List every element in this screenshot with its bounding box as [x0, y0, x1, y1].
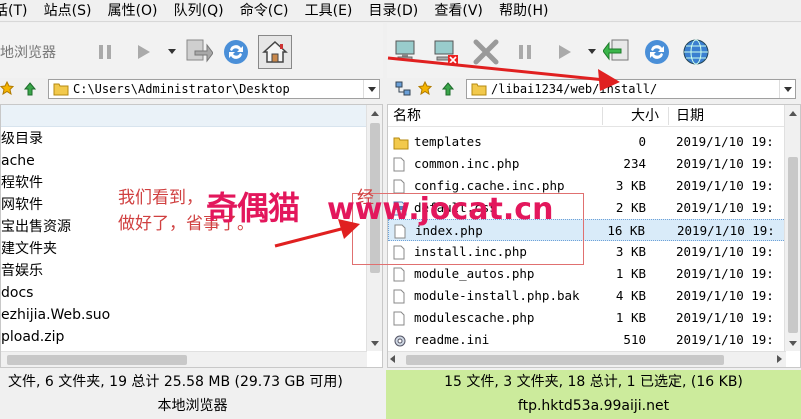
- local-refresh-button[interactable]: [219, 35, 253, 69]
- scroll-right-button[interactable]: [777, 355, 782, 363]
- remote-play-dropdown-arrow[interactable]: [588, 49, 596, 54]
- download-button[interactable]: [601, 35, 635, 69]
- scroll-up-button[interactable]: [367, 105, 382, 121]
- remote-toolbar: [387, 23, 801, 81]
- remote-refresh-button[interactable]: [640, 35, 674, 69]
- local-file-list: 上级目录 ache 编程软件 上网软件 淘宝出售资源 新建文件夹 影音娱乐 do…: [0, 104, 383, 368]
- table-row[interactable]: common.inc.php 234 2019/1/10 19:: [388, 153, 786, 175]
- list-item[interactable]: ezhijia.Web.suo: [1, 304, 369, 326]
- local-path-bar: C:\Users\Administrator\Desktop: [0, 78, 383, 100]
- remote-footer-label: ftp.hktd53a.99aiji.net: [517, 398, 670, 414]
- folder-icon: [53, 82, 69, 98]
- list-item[interactable]: 影音娱乐: [1, 260, 369, 282]
- transfer-button[interactable]: [181, 35, 215, 69]
- pause-icon: [96, 43, 114, 61]
- abort-x-icon: [472, 38, 500, 66]
- table-row[interactable]: templates 0 2019/1/10 19:: [388, 131, 786, 153]
- local-status-text: 文件, 6 文件夹, 19 总计 25.58 MB (29.73 GB 可用): [8, 374, 343, 390]
- star-icon[interactable]: [417, 80, 433, 99]
- site-tree-icon[interactable]: [395, 81, 411, 101]
- remote-path-text: /libai1234/web/install/: [491, 82, 658, 96]
- local-toolbar-title: 本地浏览器: [0, 45, 56, 61]
- play-dropdown-arrow[interactable]: [168, 49, 176, 54]
- remote-status-text: 15 文件, 3 文件夹, 18 总计, 1 已选定, (16 KB): [444, 374, 743, 390]
- globe-button[interactable]: [679, 35, 713, 69]
- menu-properties[interactable]: 属性(O): [102, 0, 164, 21]
- scroll-down-button[interactable]: [785, 335, 800, 351]
- watermark-cn: 奇偶猫: [206, 189, 300, 227]
- connect-button[interactable]: [391, 35, 425, 69]
- scroll-thumb[interactable]: [788, 157, 798, 333]
- connect-icon: [393, 37, 423, 67]
- table-row[interactable]: module_autos.php 1 KB 2019/1/10 19:: [388, 263, 786, 285]
- remote-pause-button[interactable]: [508, 35, 542, 69]
- list-item[interactable]: 上级目录: [1, 128, 369, 150]
- remote-horizontal-scrollbar[interactable]: [388, 351, 786, 367]
- home-icon: [262, 39, 288, 65]
- abort-button[interactable]: [469, 35, 503, 69]
- star-icon[interactable]: [0, 80, 15, 99]
- scroll-left-button[interactable]: [390, 355, 395, 363]
- play-button[interactable]: [126, 35, 160, 69]
- remote-status-bar: 15 文件, 3 文件夹, 18 总计, 1 已选定, (16 KB) ftp.…: [386, 370, 801, 419]
- remote-path-input[interactable]: /libai1234/web/install/: [466, 79, 796, 99]
- list-item[interactable]: docs: [1, 282, 369, 304]
- local-horizontal-scrollbar[interactable]: [1, 351, 367, 367]
- menu-tools[interactable]: 工具(E): [299, 0, 359, 21]
- local-path-dropdown[interactable]: [363, 80, 379, 98]
- column-date[interactable]: 日期: [676, 105, 704, 127]
- local-path-text: C:\Users\Administrator\Desktop: [73, 82, 290, 96]
- refresh-icon: [222, 38, 250, 66]
- home-button[interactable]: [258, 35, 292, 69]
- remote-path-dropdown[interactable]: [779, 80, 795, 98]
- column-size[interactable]: 大小: [631, 105, 659, 127]
- local-status-bar: 文件, 6 文件夹, 19 总计 25.58 MB (29.73 GB 可用) …: [0, 370, 385, 419]
- disconnect-button[interactable]: [430, 35, 464, 69]
- play-icon: [555, 43, 573, 61]
- local-list-header: [1, 105, 369, 127]
- scroll-thumb[interactable]: [406, 355, 724, 365]
- disconnect-icon: [432, 37, 462, 67]
- column-name[interactable]: 名称: [393, 105, 421, 127]
- menu-session[interactable]: 话(T): [0, 0, 33, 21]
- scroll-down-button[interactable]: [367, 335, 382, 351]
- remote-path-bar: /libai1234/web/install/: [387, 78, 801, 100]
- table-row[interactable]: modulescache.php 1 KB 2019/1/10 19:: [388, 307, 786, 329]
- remote-vertical-scrollbar[interactable]: [784, 105, 800, 351]
- menu-site[interactable]: 站点(S): [38, 0, 98, 21]
- scroll-up-button[interactable]: [785, 105, 800, 121]
- up-folder-icon[interactable]: [440, 81, 456, 101]
- remote-list-header: 名称 大小 日期: [388, 105, 786, 127]
- pause-icon: [516, 43, 534, 61]
- menu-queue[interactable]: 队列(Q): [168, 0, 230, 21]
- annotation-line-1: 我们看到，: [118, 188, 203, 208]
- scroll-thumb[interactable]: [7, 355, 187, 365]
- table-row[interactable]: module-install.php.bak 4 KB 2019/1/10 19…: [388, 285, 786, 307]
- refresh-icon: [643, 38, 671, 66]
- up-folder-icon[interactable]: [22, 81, 38, 101]
- local-path-input[interactable]: C:\Users\Administrator\Desktop: [48, 79, 380, 99]
- transfer-icon: [183, 37, 213, 67]
- watermark-url: www.jocat.cn: [327, 192, 554, 227]
- table-row[interactable]: readme.ini 510 2019/1/10 19:: [388, 329, 786, 351]
- menu-commands[interactable]: 命令(C): [234, 0, 295, 21]
- menu-directory[interactable]: 目录(D): [363, 0, 425, 21]
- folder-icon: [471, 82, 487, 98]
- local-footer-label: 本地浏览器: [157, 398, 228, 414]
- play-icon: [134, 43, 152, 61]
- list-item[interactable]: pload.zip: [1, 326, 369, 348]
- menu-bar: 话(T) 站点(S) 属性(O) 队列(Q) 命令(C) 工具(E) 目录(D)…: [0, 0, 801, 22]
- list-item[interactable]: ache: [1, 150, 369, 172]
- list-item[interactable]: 新建文件夹: [1, 238, 369, 260]
- local-toolbar: 本地浏览器: [0, 23, 383, 81]
- globe-icon: [682, 38, 710, 66]
- pause-button[interactable]: [88, 35, 122, 69]
- remote-play-button[interactable]: [547, 35, 581, 69]
- menu-help[interactable]: 帮助(H): [493, 0, 554, 21]
- local-rows: 上级目录 ache 编程软件 上网软件 淘宝出售资源 新建文件夹 影音娱乐 do…: [1, 128, 369, 348]
- menu-view[interactable]: 查看(V): [428, 0, 489, 21]
- transfer-icon: [603, 37, 633, 67]
